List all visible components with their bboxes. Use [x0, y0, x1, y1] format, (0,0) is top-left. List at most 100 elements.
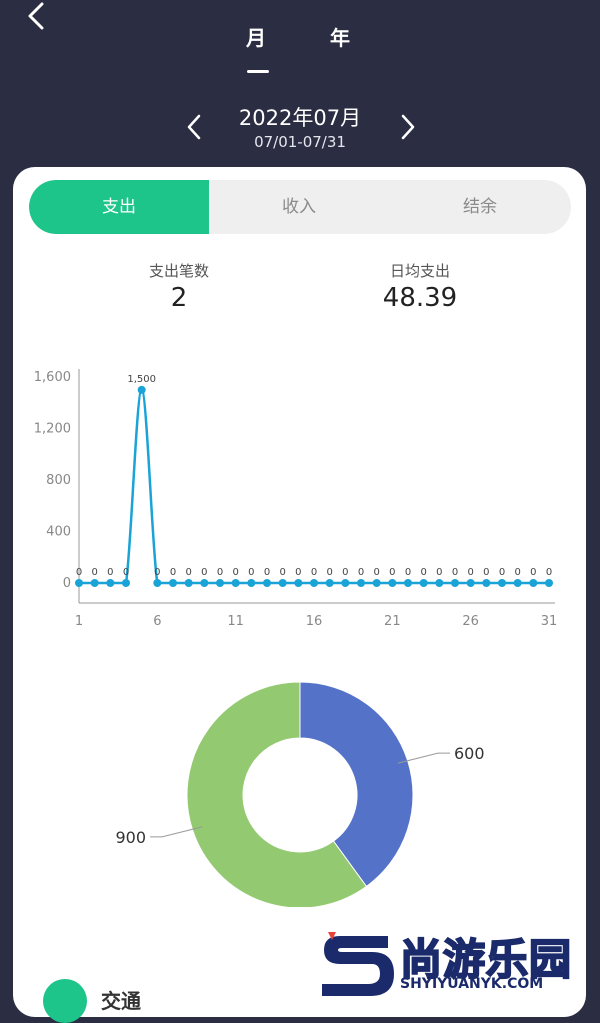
data-point	[75, 579, 83, 587]
expense-count-label: 支出笔数	[148, 262, 209, 280]
data-point	[545, 579, 553, 587]
data-label: 0	[373, 567, 379, 578]
segment-balance[interactable]: 结余	[389, 180, 571, 234]
data-label: 0	[311, 567, 317, 578]
data-label: 0	[342, 567, 348, 578]
series-line	[79, 388, 549, 585]
data-point	[419, 579, 428, 587]
data-label: 0	[436, 567, 442, 578]
y-tick-label: 1,600	[34, 370, 71, 385]
data-point	[498, 579, 506, 587]
expense-count-stat: 支出笔数 2	[79, 260, 279, 313]
daily-average-stat: 日均支出 48.39	[320, 260, 520, 313]
data-point	[90, 579, 99, 587]
data-label: 0	[452, 567, 458, 578]
data-point	[231, 579, 240, 587]
data-label: 0	[248, 567, 254, 578]
type-segmented-control: 支出 收入 结余	[29, 180, 571, 234]
daily-expense-line-chart: 04008001,2001,6001 6 11 16 21 26 310 0 0 01,5000 0…	[34, 369, 558, 627]
data-label: 0	[358, 567, 364, 578]
data-point	[310, 579, 318, 587]
data-point	[466, 579, 475, 587]
data-label: 0	[405, 567, 411, 578]
x-tick-label: 1	[75, 614, 83, 627]
period-range: 07/01-07/31	[254, 133, 346, 151]
data-point	[404, 579, 412, 587]
data-point	[169, 579, 177, 587]
data-label: 0	[76, 567, 82, 578]
data-label: 0	[295, 567, 301, 578]
daily-average-value: 48.39	[382, 283, 458, 313]
y-tick-label: 800	[46, 473, 71, 488]
stats-card: 支出 收入 结余 支出笔数 2 日均支出 48.39 0 400 800 1,200 1…	[13, 167, 586, 1023]
data-label: 0	[326, 567, 332, 578]
x-tick-label: 11	[227, 614, 244, 627]
data-label: 0	[91, 567, 97, 578]
data-label: 0	[483, 567, 489, 578]
expense-count-value: 2	[170, 283, 188, 313]
data-point	[325, 579, 334, 587]
tab-year[interactable]: 年	[330, 22, 350, 51]
data-label: 0	[154, 567, 160, 578]
category-icon	[43, 979, 87, 1023]
y-tick-label: 400	[46, 525, 71, 540]
data-point	[184, 579, 193, 587]
data-point	[451, 579, 459, 587]
data-label: 0	[467, 567, 473, 578]
data-label: 0	[201, 567, 207, 578]
data-label: 0	[546, 567, 552, 578]
data-point	[153, 579, 162, 587]
data-label: 0	[232, 567, 238, 578]
data-label: 0	[499, 567, 505, 578]
back-chevron-icon[interactable]	[22, 2, 52, 32]
data-point	[372, 579, 381, 587]
period-title: 2022年07月	[238, 106, 362, 130]
data-label: 0	[514, 567, 520, 578]
data-label: 0	[217, 567, 223, 578]
data-label: 0	[420, 567, 426, 578]
data-point	[294, 579, 303, 587]
data-label: 0	[530, 567, 536, 578]
x-tick-label: 6	[153, 614, 161, 627]
data-point	[200, 579, 209, 587]
x-tick-label: 26	[462, 614, 479, 627]
data-point	[388, 579, 397, 587]
data-label: 0	[107, 567, 113, 578]
data-label: 0	[185, 567, 191, 578]
data-point	[216, 579, 224, 587]
data-label: 0	[389, 567, 395, 578]
daily-average-label: 日均支出	[389, 262, 450, 280]
segment-expense[interactable]: 支出	[29, 180, 209, 234]
donut-slice-label: 900	[115, 828, 146, 847]
data-point	[247, 579, 256, 587]
data-point	[513, 579, 522, 587]
data-label: 0	[279, 567, 285, 578]
watermark-domain: SHYIYUANYK.COM	[400, 976, 544, 992]
data-point	[357, 579, 365, 587]
data-label: 0	[264, 567, 270, 578]
data-point	[122, 579, 130, 587]
tab-month-underline	[247, 70, 269, 73]
data-point	[435, 579, 444, 587]
data-point	[529, 579, 538, 587]
data-point	[482, 579, 491, 587]
segment-income[interactable]: 收入	[209, 180, 389, 234]
x-tick-label: 21	[384, 614, 401, 627]
data-label: 1,500	[127, 374, 156, 385]
data-label: 0	[123, 567, 129, 578]
donut-slice-label: 600	[454, 744, 485, 763]
data-point	[137, 385, 146, 394]
data-point	[106, 579, 115, 587]
data-point	[263, 579, 271, 587]
y-tick-label: 0	[63, 576, 71, 591]
data-point	[278, 579, 287, 587]
next-period-icon[interactable]	[398, 112, 418, 142]
watermark-logo-icon	[322, 932, 394, 996]
category-donut-chart: 600 900	[115, 681, 485, 907]
x-tick-label: 16	[306, 614, 323, 627]
x-tick-label: 31	[541, 614, 558, 627]
data-point	[341, 579, 350, 587]
y-tick-label: 1,200	[34, 422, 71, 437]
data-label: 0	[170, 567, 176, 578]
tab-month[interactable]: 月	[246, 22, 266, 51]
